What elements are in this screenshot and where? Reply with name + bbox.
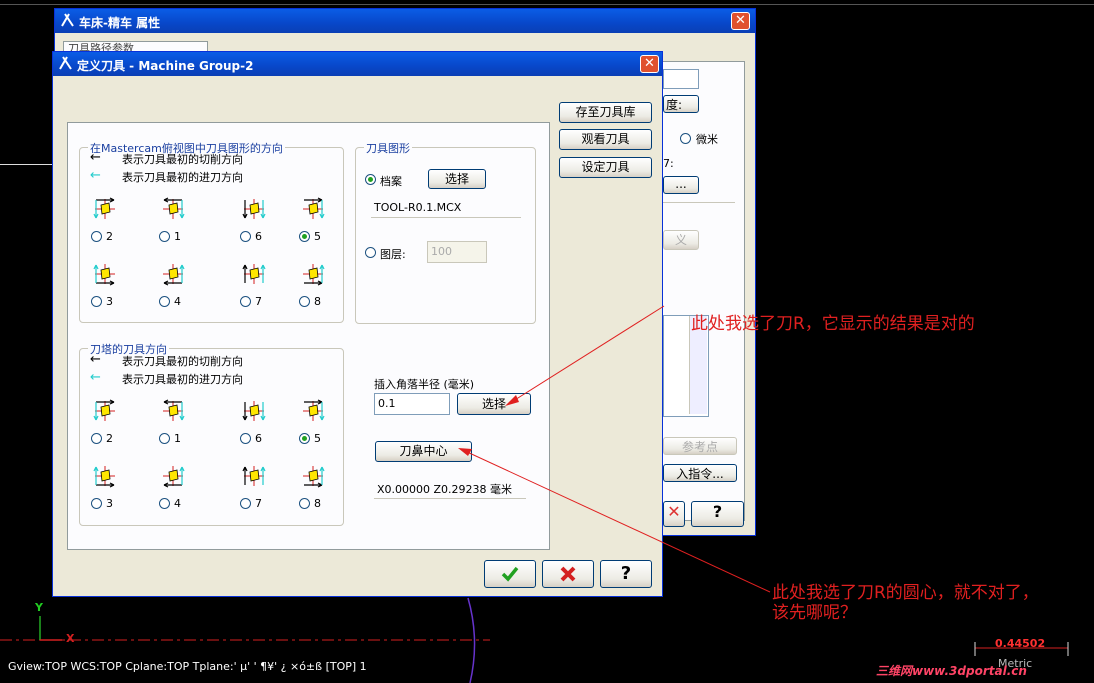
y-axis-label: Y <box>35 601 43 614</box>
annotation-note-2-line2: 该先哪呢？ <box>772 603 857 623</box>
status-view-info: Gview:TOP WCS:TOP Cplane:TOP Tplane:' µ'… <box>8 660 367 673</box>
x-axis-label: X <box>66 632 75 645</box>
watermark-logo: 三维网www.3dportal.cn <box>876 664 1027 678</box>
scale-value: 0.44502 <box>995 637 1046 650</box>
annotation-note-1: 此处我选了刀R，它显示的结果是对的 <box>691 314 975 334</box>
